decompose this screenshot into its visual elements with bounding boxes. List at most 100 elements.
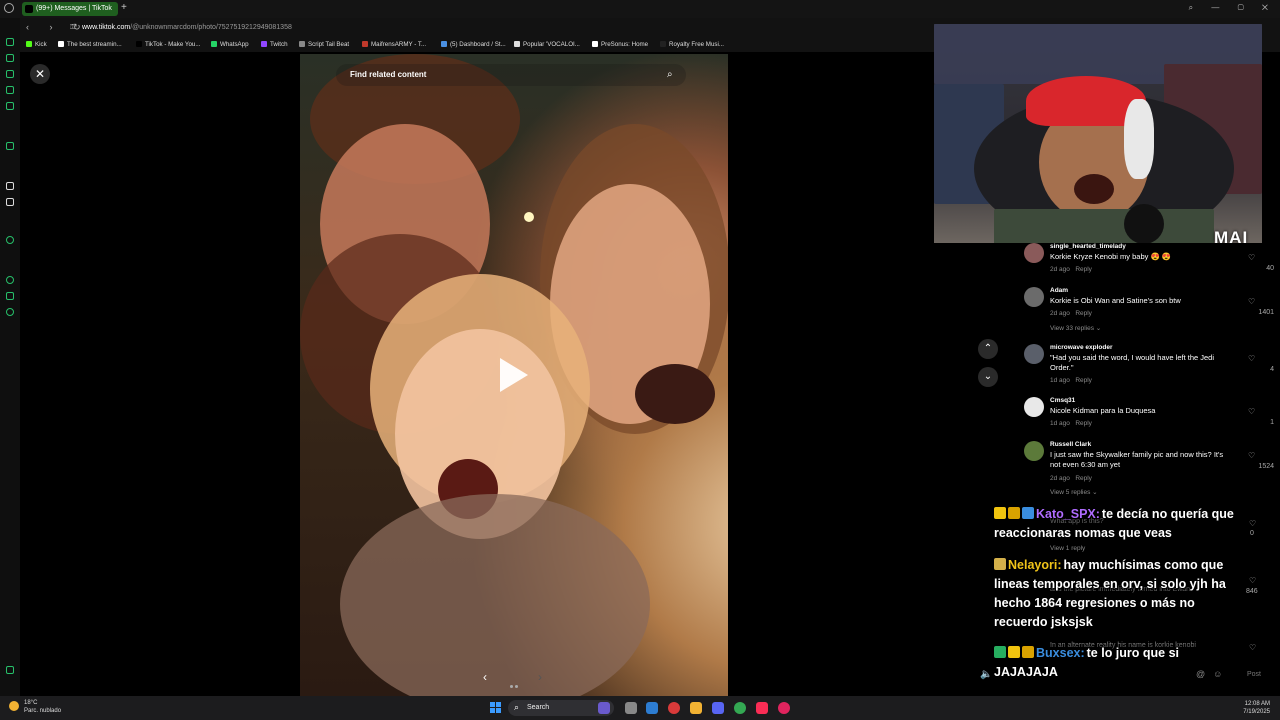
tab-tiktok[interactable]: (99+) Messages | TikTok <box>22 2 118 16</box>
heart-icon[interactable]: ♡ <box>1248 297 1255 306</box>
arrow-up-icon[interactable] <box>6 142 14 150</box>
volume-icon[interactable]: 🔈 <box>980 669 992 680</box>
previous-photo-button[interactable]: ‹ <box>483 670 487 684</box>
close-button[interactable]: ✕ <box>30 64 50 84</box>
bird-widget-icon[interactable] <box>598 702 610 714</box>
microphone-shape <box>1124 204 1164 243</box>
window-controls[interactable]: ⌕ — ▢ ✕ <box>1189 3 1276 13</box>
nav-buttons[interactable]: ‹ › ↻ <box>26 22 90 33</box>
bookmark-item[interactable]: Twitch <box>261 41 288 48</box>
heart-icon[interactable]: ♡ <box>1249 643 1256 652</box>
task-view-icon[interactable] <box>625 702 637 714</box>
comment-meta: 2d ago Reply <box>1050 475 1092 482</box>
history-icon[interactable] <box>6 54 14 62</box>
avatar[interactable] <box>1024 344 1044 364</box>
dot[interactable] <box>515 685 518 688</box>
comment-text: I just saw the Skywalker family pic and … <box>1050 450 1224 469</box>
view-replies-button[interactable]: View 5 replies ⌄ <box>1050 488 1098 496</box>
like-count: 40 <box>1266 265 1274 272</box>
bookmark-item[interactable]: MaifrensARMY - T... <box>362 41 426 48</box>
bookmark-item[interactable]: Kick <box>26 41 47 48</box>
music-icon[interactable] <box>756 702 768 714</box>
comment-username[interactable]: Russell Clark <box>1050 441 1091 448</box>
windows-start-icon[interactable] <box>490 702 502 714</box>
edge-icon[interactable] <box>646 702 658 714</box>
lock-icon[interactable]: ⚿ <box>70 24 75 32</box>
reply-button[interactable]: Reply <box>1075 420 1092 427</box>
view-replies-button[interactable]: View 33 replies ⌄ <box>1050 324 1101 332</box>
x-icon[interactable] <box>6 198 14 206</box>
bookmark-item[interactable]: PreSonus: Home <box>592 41 648 48</box>
comment-username[interactable]: microwave exploder <box>1050 344 1113 351</box>
settings-icon[interactable] <box>6 308 14 316</box>
browser-logo-icon[interactable] <box>4 3 14 13</box>
bookmark-item[interactable]: TikTok - Make You... <box>136 41 200 48</box>
discord-icon[interactable] <box>712 702 724 714</box>
opera-gx-icon[interactable] <box>668 702 680 714</box>
play-circle-icon[interactable] <box>6 236 14 244</box>
chrome-icon[interactable] <box>734 702 746 714</box>
heart-icon[interactable]: ♡ <box>1249 576 1256 585</box>
file-explorer-icon[interactable] <box>690 702 702 714</box>
url-field[interactable]: www.tiktok.com/@unknownmarcdom/photo/752… <box>82 24 292 31</box>
bookmark-item[interactable]: (5) Dashboard / St... <box>441 41 506 48</box>
avatar[interactable] <box>1024 243 1044 263</box>
avatar[interactable] <box>1024 441 1044 461</box>
comment-username[interactable]: single_hearted_timelady <box>1050 243 1126 250</box>
weather-widget[interactable]: 18°C Parc. nublado <box>24 699 61 715</box>
comment-username[interactable]: Adam <box>1050 287 1068 294</box>
reply-button[interactable]: Reply <box>1075 310 1092 317</box>
previous-video-button[interactable]: ⌃ <box>978 339 998 359</box>
chat-username: Buxsex: <box>1036 646 1085 660</box>
chat-message: Kato_SPX: te decía no quería que reaccion… <box>994 505 1244 543</box>
bookmark-item[interactable]: Royalty Free Musi... <box>660 41 724 48</box>
heart-icon[interactable]: ♡ <box>1249 519 1256 528</box>
chat-icon[interactable] <box>6 86 14 94</box>
reply-button[interactable]: Reply <box>1075 266 1092 273</box>
weather-text: Parc. nublado <box>24 708 62 714</box>
bookmark-item[interactable]: The best streamin... <box>58 41 122 48</box>
reply-button[interactable]: Reply <box>1075 475 1092 482</box>
bookmark-item[interactable]: Popular 'VOCALOI... <box>514 41 580 48</box>
package-icon[interactable] <box>6 292 14 300</box>
bookmark-item[interactable]: Script Tail Beat <box>299 41 349 48</box>
search-icon[interactable]: ⌕ <box>667 69 673 80</box>
bookmark-favicon-icon <box>58 41 64 47</box>
gx-icon[interactable] <box>6 666 14 674</box>
twitch-icon[interactable] <box>6 102 14 110</box>
bookmark-favicon-icon <box>211 41 217 47</box>
system-clock[interactable]: 12:08 AM 7/19/2025 <box>1232 700 1270 716</box>
chat-username: Nelayori: <box>1008 558 1062 572</box>
sidebar-app-icon[interactable] <box>6 38 14 46</box>
bag-icon[interactable] <box>6 70 14 78</box>
avatar[interactable] <box>1024 287 1044 307</box>
reply-button[interactable]: Reply <box>1075 377 1092 384</box>
heart-icon[interactable]: ♡ <box>1248 253 1255 262</box>
comment-username[interactable]: Cmsq31 <box>1050 397 1075 404</box>
search-related-input[interactable]: Find related content <box>350 70 426 79</box>
comment-time: 1d ago <box>1050 377 1070 384</box>
view-replies-button[interactable]: View 1 reply <box>1050 545 1085 552</box>
emoji-mention-icons[interactable]: @☺ <box>1196 669 1230 679</box>
opera-icon[interactable] <box>778 702 790 714</box>
bookmark-item[interactable]: WhatsApp <box>211 41 249 48</box>
weather-icon[interactable] <box>9 701 19 711</box>
like-count: 846 <box>1246 588 1258 595</box>
play-icon[interactable] <box>500 358 528 392</box>
next-photo-button[interactable]: › <box>538 670 542 684</box>
mouth-shape <box>635 364 715 424</box>
next-video-button[interactable]: ⌄ <box>978 367 998 387</box>
sidebar-rail <box>0 18 20 696</box>
new-tab-button[interactable]: + <box>121 2 127 13</box>
bookmark-label: (5) Dashboard / St... <box>450 41 506 48</box>
heart-icon[interactable]: ♡ <box>1248 407 1255 416</box>
tab-bar <box>0 0 1280 18</box>
tiktok-side-icon[interactable] <box>6 182 14 190</box>
dot[interactable] <box>510 685 513 688</box>
post-button[interactable]: Post <box>1247 671 1261 678</box>
clock-icon[interactable] <box>6 276 14 284</box>
avatar[interactable] <box>1024 397 1044 417</box>
heart-icon[interactable]: ♡ <box>1248 451 1255 460</box>
heart-icon[interactable]: ♡ <box>1248 354 1255 363</box>
bookmark-label: PreSonus: Home <box>601 41 649 48</box>
